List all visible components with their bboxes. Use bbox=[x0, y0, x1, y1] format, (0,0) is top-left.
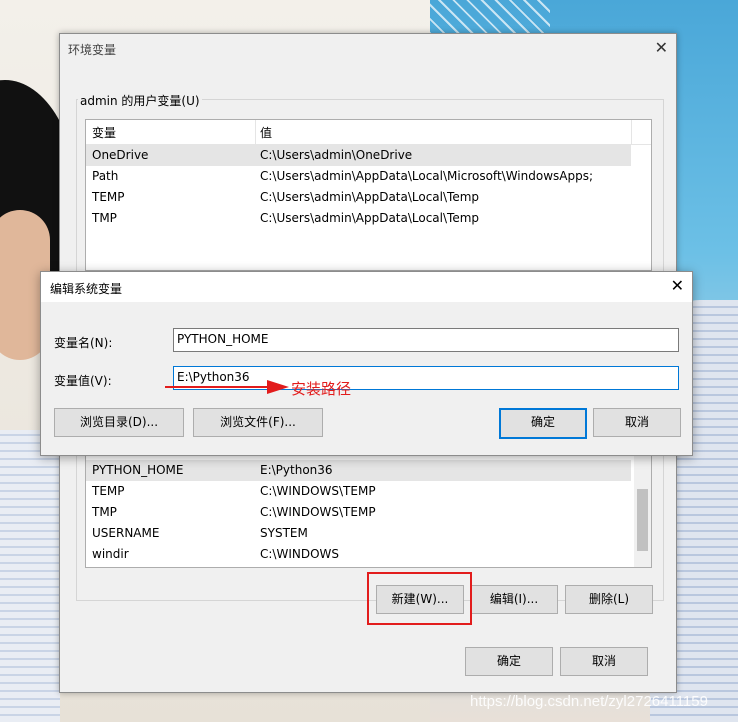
variable-name: TEMP bbox=[92, 190, 125, 204]
close-icon[interactable]: ✕ bbox=[655, 38, 668, 57]
column-divider bbox=[631, 120, 632, 144]
ok-button[interactable]: 确定 bbox=[499, 408, 587, 439]
browse-directory-button[interactable]: 浏览目录(D)... bbox=[54, 408, 184, 437]
arrow-icon bbox=[165, 380, 289, 394]
delete-variable-button[interactable]: 删除(L) bbox=[565, 585, 653, 614]
variable-name-field[interactable]: PYTHON_HOME bbox=[173, 328, 679, 352]
variable-value: C:\Users\admin\OneDrive bbox=[260, 148, 413, 162]
variable-value: C:\Users\admin\AppData\Local\Microsoft\W… bbox=[260, 169, 593, 183]
variable-value: E:\Python36 bbox=[260, 463, 333, 477]
variable-value: C:\Users\admin\AppData\Local\Temp bbox=[260, 190, 480, 204]
table-row[interactable]: TEMP C:\WINDOWS\TEMP bbox=[86, 481, 631, 502]
user-variables-label: admin 的用户变量(U) bbox=[78, 92, 202, 109]
dialog-titlebar[interactable]: 编辑系统变量 ✕ bbox=[41, 272, 692, 302]
background-person-shirt bbox=[0, 430, 60, 722]
system-variables-list[interactable]: PYTHON_HOME E:\Python36 TEMP C:\WINDOWS\… bbox=[85, 454, 652, 568]
variable-value: C:\WINDOWS bbox=[260, 547, 340, 561]
variable-name: PYTHON_HOME bbox=[92, 463, 184, 477]
variable-name: USERNAME bbox=[92, 526, 160, 540]
table-row[interactable]: USERNAME SYSTEM bbox=[86, 523, 631, 544]
highlight-box bbox=[367, 572, 472, 625]
edit-variable-button[interactable]: 编辑(I)... bbox=[470, 585, 558, 614]
variable-name: TMP bbox=[92, 211, 117, 225]
user-variables-list[interactable]: 变量 值 OneDrive C:\Users\admin\OneDrive Pa… bbox=[85, 119, 652, 271]
variable-value: C:\WINDOWS\TEMP bbox=[260, 505, 376, 519]
cancel-button[interactable]: 取消 bbox=[560, 647, 648, 676]
cancel-button[interactable]: 取消 bbox=[593, 408, 681, 437]
watermark: https://blog.csdn.net/zyl2726411159 bbox=[470, 693, 708, 710]
variable-value: SYSTEM bbox=[260, 526, 308, 540]
variable-value: C:\Users\admin\AppData\Local\Temp bbox=[260, 211, 480, 225]
dialog-title: 环境变量 bbox=[68, 43, 117, 57]
list-header: 变量 值 bbox=[86, 120, 651, 145]
close-icon[interactable]: ✕ bbox=[671, 276, 684, 295]
column-header-variable[interactable]: 变量 bbox=[92, 124, 116, 141]
variable-name: OneDrive bbox=[92, 148, 149, 162]
table-row[interactable]: PYTHON_HOME E:\Python36 bbox=[86, 460, 631, 481]
edit-system-variable-dialog: 编辑系统变量 ✕ 变量名(N): PYTHON_HOME 变量值(V): E:\… bbox=[40, 271, 693, 456]
table-row[interactable]: TMP C:\Users\admin\AppData\Local\Temp bbox=[86, 208, 631, 229]
table-row[interactable]: OneDrive C:\Users\admin\OneDrive bbox=[86, 145, 631, 166]
column-header-value[interactable]: 值 bbox=[260, 124, 272, 141]
scrollbar-thumb[interactable] bbox=[637, 489, 648, 551]
annotation-label: 安装路径 bbox=[291, 380, 352, 398]
system-list-scrollbar[interactable] bbox=[634, 455, 651, 567]
variable-value-label: 变量值(V): bbox=[54, 374, 112, 388]
table-row[interactable]: Path C:\Users\admin\AppData\Local\Micros… bbox=[86, 166, 631, 187]
variable-name: Path bbox=[92, 169, 119, 183]
table-row[interactable]: TEMP C:\Users\admin\AppData\Local\Temp bbox=[86, 187, 631, 208]
dialog-title: 编辑系统变量 bbox=[50, 282, 123, 296]
variable-name: TEMP bbox=[92, 484, 125, 498]
variable-name: windir bbox=[92, 547, 129, 561]
table-row[interactable]: windir C:\WINDOWS bbox=[86, 544, 631, 565]
ok-button[interactable]: 确定 bbox=[465, 647, 553, 676]
table-row[interactable]: TMP C:\WINDOWS\TEMP bbox=[86, 502, 631, 523]
column-divider[interactable] bbox=[255, 120, 256, 144]
variable-value: C:\WINDOWS\TEMP bbox=[260, 484, 376, 498]
browse-file-button[interactable]: 浏览文件(F)... bbox=[193, 408, 323, 437]
variable-name-label: 变量名(N): bbox=[54, 336, 113, 350]
variable-name: TMP bbox=[92, 505, 117, 519]
